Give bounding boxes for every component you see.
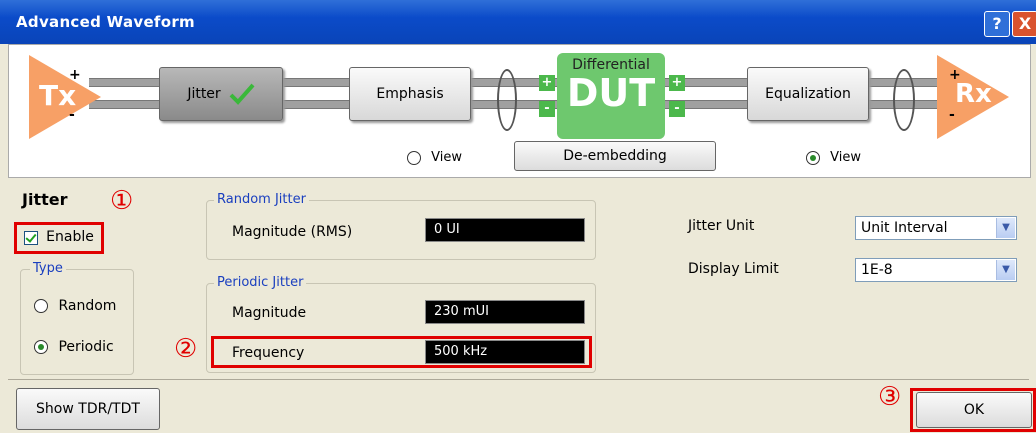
- title-bar: Advanced Waveform ? X: [0, 0, 1036, 44]
- probe-ellipse-right: [893, 69, 915, 131]
- help-button[interactable]: ?: [984, 11, 1010, 37]
- random-magnitude-label: Magnitude (RMS): [232, 224, 353, 240]
- type-periodic-label: Periodic: [58, 339, 114, 355]
- footer-divider: [8, 379, 1029, 380]
- type-legend: Type: [30, 261, 66, 276]
- display-limit-select[interactable]: 1E-8 ▼: [855, 258, 1017, 282]
- view-left-label: View: [431, 150, 462, 165]
- chevron-down-icon[interactable]: ▼: [996, 260, 1015, 280]
- jitter-unit-select[interactable]: Unit Interval ▼: [855, 216, 1017, 240]
- checkmark-icon: [229, 83, 255, 105]
- rx-label: Rx: [955, 79, 992, 109]
- equalization-block-label: Equalization: [765, 86, 851, 102]
- type-periodic-option[interactable]: Periodic: [34, 339, 114, 355]
- jitter-unit-label: Jitter Unit: [688, 218, 755, 234]
- random-magnitude-field[interactable]: 0 UI: [425, 218, 585, 242]
- dut-out-plus: +: [669, 75, 685, 91]
- view-right-label: View: [830, 150, 861, 165]
- highlight-frequency: [211, 336, 592, 368]
- view-left-option[interactable]: View: [407, 150, 462, 165]
- periodic-jitter-legend: Periodic Jitter: [214, 275, 307, 290]
- dut-main-label: DUT: [566, 71, 656, 115]
- dut-block: Differential DUT: [557, 53, 665, 139]
- annotation-three: ③: [878, 382, 902, 412]
- type-random-label: Random: [58, 298, 117, 314]
- display-limit-value: 1E-8: [861, 262, 893, 278]
- probe-ellipse-left: [497, 69, 517, 131]
- tx-plus: +: [69, 67, 81, 83]
- tx-minus: -: [69, 107, 75, 123]
- close-button[interactable]: X: [1012, 11, 1036, 37]
- display-limit-label: Display Limit: [688, 261, 779, 277]
- highlight-enable: [14, 222, 104, 254]
- random-jitter-legend: Random Jitter: [214, 192, 309, 207]
- rx-minus: -: [949, 107, 955, 123]
- equalization-block[interactable]: Equalization: [747, 67, 869, 121]
- dut-in-plus: +: [539, 75, 555, 91]
- type-random-option[interactable]: Random: [34, 298, 116, 314]
- annotation-one: ①: [110, 186, 134, 216]
- dut-out-minus: -: [669, 101, 685, 117]
- view-left-radio[interactable]: [407, 150, 421, 165]
- type-random-radio[interactable]: [34, 299, 48, 313]
- emphasis-block[interactable]: Emphasis: [349, 67, 471, 121]
- type-group: [20, 269, 134, 375]
- jitter-block-label: Jitter: [187, 86, 221, 102]
- annotation-two: ②: [174, 334, 198, 364]
- view-right-option[interactable]: View: [806, 150, 861, 165]
- periodic-magnitude-label: Magnitude: [232, 305, 307, 321]
- deembedding-button[interactable]: De-embedding: [514, 141, 716, 171]
- type-periodic-radio[interactable]: [34, 340, 48, 354]
- jitter-block[interactable]: Jitter: [159, 67, 283, 121]
- window-title: Advanced Waveform: [16, 13, 195, 31]
- jitter-unit-value: Unit Interval: [861, 220, 948, 236]
- signal-path-diagram: Tx + - Jitter Emphasis View + - Differen…: [8, 44, 1031, 178]
- highlight-ok: [910, 388, 1036, 432]
- rx-plus: +: [949, 67, 961, 83]
- periodic-magnitude-field[interactable]: 230 mUI: [425, 300, 585, 324]
- jitter-heading: Jitter: [22, 190, 68, 209]
- dut-in-minus: -: [539, 101, 555, 117]
- emphasis-block-label: Emphasis: [376, 86, 444, 102]
- view-right-radio[interactable]: [806, 150, 820, 165]
- show-tdr-button[interactable]: Show TDR/TDT: [16, 388, 160, 430]
- chevron-down-icon[interactable]: ▼: [996, 218, 1015, 238]
